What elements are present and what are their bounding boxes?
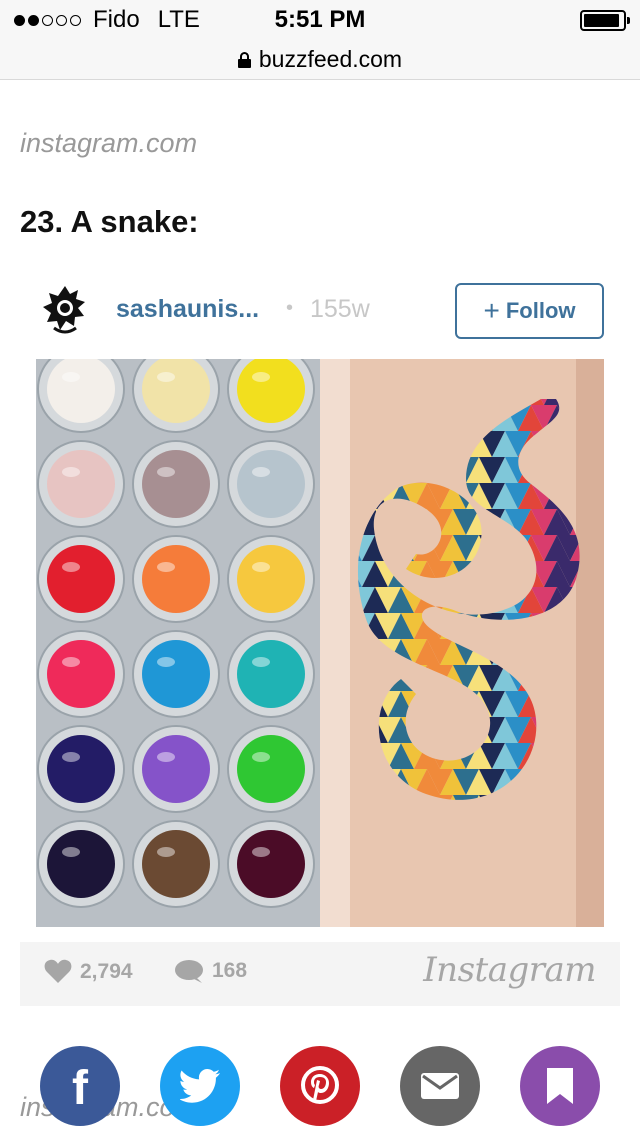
username-link[interactable]: sashaunis...: [116, 295, 259, 324]
twitter-bird-icon: [180, 1069, 220, 1103]
follow-button[interactable]: + Follow: [455, 283, 604, 339]
facebook-icon: f: [72, 1062, 88, 1115]
plus-icon: +: [483, 295, 500, 326]
item-heading: 23. A snake:: [20, 204, 199, 239]
source-link-top[interactable]: instagram.com: [20, 128, 197, 159]
status-bar: Fido LTE 5:51 PM: [0, 0, 640, 40]
status-time: 5:51 PM: [274, 6, 366, 33]
bookmark-icon: [547, 1068, 573, 1104]
post-age: 155w: [310, 295, 370, 323]
bookmark-button[interactable]: [520, 1046, 600, 1126]
likes-value: 2,794: [80, 959, 133, 983]
facebook-share-button[interactable]: f: [40, 1046, 120, 1126]
share-bar: f: [0, 1044, 640, 1136]
url-text[interactable]: buzzfeed.com: [259, 46, 402, 73]
pinterest-share-button[interactable]: [280, 1046, 360, 1126]
instagram-embed: sashaunis... • 155w + Follow 2,794 168 I…: [20, 264, 620, 1006]
heart-icon: [44, 959, 72, 983]
url-bar[interactable]: buzzfeed.com: [0, 40, 640, 80]
pinterest-icon: [301, 1066, 339, 1104]
post-photo-image: [36, 359, 604, 927]
embed-header: sashaunis... • 155w + Follow: [20, 264, 620, 358]
lock-icon: [237, 51, 251, 68]
embed-footer: 2,794 168 Instagram: [20, 942, 620, 1006]
email-share-button[interactable]: [400, 1046, 480, 1126]
comments-value: 168: [212, 959, 248, 982]
battery-cap: [627, 17, 630, 24]
follow-label: Follow: [505, 298, 576, 323]
envelope-icon: [421, 1073, 459, 1099]
separator-dot: •: [286, 297, 294, 319]
battery-level: [584, 14, 619, 27]
avatar[interactable]: [36, 280, 94, 338]
comment-bubble-icon: [175, 960, 203, 983]
comments-count[interactable]: 168: [174, 959, 247, 983]
post-photo[interactable]: [36, 359, 604, 927]
likes-count[interactable]: 2,794: [44, 959, 133, 984]
instagram-logo[interactable]: Instagram: [423, 950, 596, 990]
twitter-share-button[interactable]: [160, 1046, 240, 1126]
battery-icon: [580, 10, 630, 31]
